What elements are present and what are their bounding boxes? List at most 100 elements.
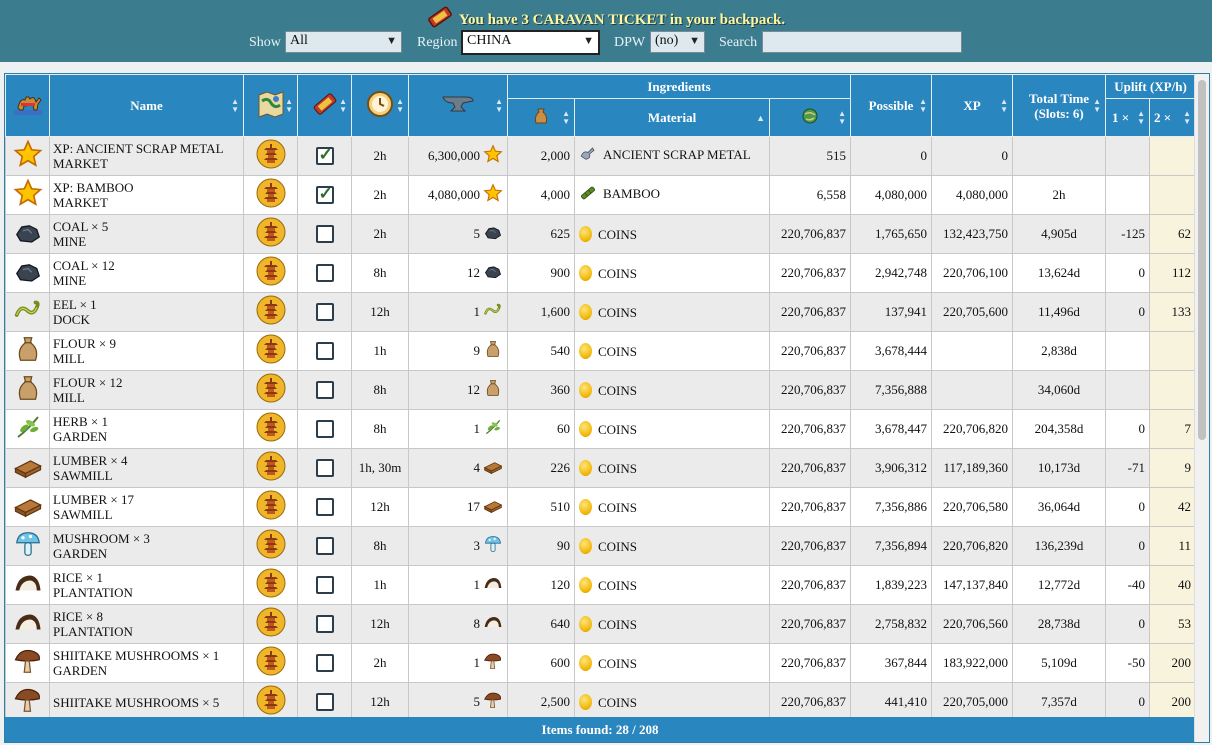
ticket-checkbox-cell[interactable] bbox=[297, 643, 352, 683]
show-select[interactable]: All ▼ bbox=[285, 31, 402, 53]
checkbox[interactable] bbox=[315, 225, 334, 243]
ticket-checkbox-cell[interactable] bbox=[297, 136, 352, 176]
output-qty-cell: 3 bbox=[408, 526, 508, 566]
ticket-checkbox-cell[interactable] bbox=[297, 175, 352, 215]
search-input[interactable] bbox=[762, 31, 962, 53]
col-region-header[interactable]: ▲ ▼ bbox=[243, 74, 298, 137]
item-name: FLOUR × 9 bbox=[53, 336, 116, 351]
table-row[interactable]: RICE × 8 PLANTATION 12h 8 640 COINS 220,7… bbox=[5, 604, 1197, 644]
col-xp-header[interactable]: XP ▲ ▼ bbox=[931, 74, 1014, 137]
table-row[interactable]: FLOUR × 12 MILL 8h 12 360 COINS 220,706,8… bbox=[5, 370, 1197, 410]
table-row[interactable]: RICE × 1 PLANTATION 1h 1 120 COINS 220,70… bbox=[5, 565, 1197, 605]
col-item-icon-header[interactable] bbox=[5, 74, 50, 137]
ingredient-qty-cell: 60 bbox=[507, 409, 575, 449]
checkbox[interactable] bbox=[315, 303, 334, 321]
total-time-cell: 136,239d bbox=[1012, 526, 1107, 566]
slots-label: (Slots: 6) bbox=[1034, 105, 1084, 121]
table-row[interactable]: LUMBER × 4 SAWMILL 1h, 30m 4 226 COINS 22… bbox=[5, 448, 1197, 488]
col-total-time-header[interactable]: Total Time (Slots: 6) ▲ ▼ bbox=[1012, 74, 1107, 137]
table-row[interactable]: FLOUR × 9 MILL 1h 9 540 COINS 220,706,837… bbox=[5, 331, 1197, 371]
table-row[interactable]: COAL × 12 MINE 8h 12 900 COINS 220,706,83… bbox=[5, 253, 1197, 293]
ticket-checkbox-cell[interactable] bbox=[297, 604, 352, 644]
ticket-checkbox-cell[interactable] bbox=[297, 526, 352, 566]
ticket-checkbox-cell[interactable] bbox=[297, 487, 352, 527]
material-cell: COINS bbox=[574, 253, 770, 293]
col-name-header[interactable]: Name ▲ ▼ bbox=[49, 74, 244, 137]
ticket-checkbox-cell[interactable] bbox=[297, 214, 352, 254]
col-material-label: Material bbox=[647, 109, 697, 125]
region-cell bbox=[243, 136, 298, 176]
ticket-checkbox-cell[interactable] bbox=[297, 682, 352, 722]
uplift-1x-cell bbox=[1105, 370, 1151, 410]
col-material-header[interactable]: Material ▲ bbox=[574, 98, 770, 137]
checkbox[interactable] bbox=[315, 342, 334, 360]
checkbox[interactable] bbox=[315, 264, 334, 282]
col-uplift-2x-header[interactable]: 2 × ▲ ▼ bbox=[1149, 98, 1197, 137]
table-row[interactable]: MUSHROOM × 3 GARDEN 8h 3 90 COINS 220,706… bbox=[5, 526, 1197, 566]
ticket-checkbox-cell[interactable] bbox=[297, 253, 352, 293]
output-qty: 5 bbox=[473, 694, 481, 709]
region-cell bbox=[243, 370, 298, 410]
table-row[interactable]: XP: ANCIENT SCRAP METALMARKET 2h 6,300,0… bbox=[5, 136, 1197, 176]
col-time-header[interactable]: ▲ ▼ bbox=[351, 74, 409, 137]
scrollbar-thumb[interactable] bbox=[1198, 80, 1206, 440]
col-stock-header[interactable]: ▲ ▼ bbox=[768, 98, 852, 137]
col-ticket-header[interactable]: ▲ ▼ bbox=[297, 74, 352, 137]
ingredient-qty-cell: 1,600 bbox=[507, 292, 575, 332]
checkbox[interactable] bbox=[315, 576, 334, 594]
checkbox[interactable] bbox=[315, 615, 334, 633]
ticket-checkbox-cell[interactable] bbox=[297, 331, 352, 371]
table-row[interactable]: HERB × 1 GARDEN 8h 1 60 COINS 220,706,837… bbox=[5, 409, 1197, 449]
table-row[interactable]: XP: BAMBOOMARKET 2h 4,080,000 4,000 BAMB… bbox=[5, 175, 1197, 215]
item-building: GARDEN bbox=[53, 663, 108, 678]
time-cell: 2h bbox=[351, 643, 409, 683]
material-cell: COINS bbox=[574, 682, 770, 722]
sort-icon: ▲ ▼ bbox=[838, 108, 847, 126]
ticket-checkbox-cell[interactable] bbox=[297, 292, 352, 332]
col-uplift-1x-header[interactable]: 1 × ▲ ▼ bbox=[1105, 98, 1151, 137]
checkbox[interactable] bbox=[315, 654, 334, 672]
output-qty: 1 bbox=[473, 577, 481, 592]
coal-icon bbox=[483, 222, 503, 246]
checkbox[interactable] bbox=[315, 459, 334, 477]
uplift-2x-cell: 53 bbox=[1149, 604, 1197, 644]
item-icon-cell bbox=[5, 682, 50, 722]
region-select[interactable]: CHINA ▼ bbox=[461, 30, 600, 55]
ticket-checkbox-cell[interactable] bbox=[297, 565, 352, 605]
item-building: SAWMILL bbox=[53, 468, 113, 483]
checkbox-checked[interactable] bbox=[315, 145, 334, 165]
checkbox-checked[interactable] bbox=[315, 184, 334, 204]
checkbox[interactable] bbox=[315, 498, 334, 516]
output-qty-cell: 8 bbox=[408, 604, 508, 644]
output-qty-cell: 12 bbox=[408, 370, 508, 410]
bamboo-icon bbox=[579, 184, 597, 206]
ticket-checkbox-cell[interactable] bbox=[297, 370, 352, 410]
col-output-header[interactable]: ▲ ▼ bbox=[408, 74, 508, 137]
ticket-checkbox-cell[interactable] bbox=[297, 448, 352, 488]
table-row[interactable]: COAL × 5 MINE 2h 5 625 COINS 220,706,837 … bbox=[5, 214, 1197, 254]
checkbox[interactable] bbox=[315, 537, 334, 555]
checkbox[interactable] bbox=[315, 693, 334, 711]
table-row[interactable]: SHIITAKE MUSHROOMS × 5 12h 5 2,500 COINS… bbox=[5, 682, 1197, 722]
dpw-select[interactable]: (no) ▼ bbox=[650, 31, 705, 53]
checkbox[interactable] bbox=[315, 381, 334, 399]
table-row[interactable]: LUMBER × 17 SAWMILL 12h 17 510 COINS 220,… bbox=[5, 487, 1197, 527]
xp-cell: 220,706,560 bbox=[931, 604, 1014, 644]
ticket-checkbox-cell[interactable] bbox=[297, 409, 352, 449]
col-ingredient-qty-header[interactable]: ▲ ▼ bbox=[507, 98, 575, 137]
item-name-cell: LUMBER × 4 SAWMILL bbox=[49, 448, 244, 488]
output-qty-cell: 12 bbox=[408, 253, 508, 293]
mushroom-icon bbox=[13, 532, 43, 562]
table-row[interactable]: SHIITAKE MUSHROOMS × 1 GARDEN 2h 1 600 CO… bbox=[5, 643, 1197, 683]
uplift-1x-cell: 0 bbox=[1105, 409, 1151, 449]
region-cell bbox=[243, 682, 298, 722]
table-row[interactable]: EEL × 1 DOCK 12h 1 1,600 COINS 220,706,83… bbox=[5, 292, 1197, 332]
col-possible-header[interactable]: Possible ▲ ▼ bbox=[850, 74, 933, 137]
china-region-icon bbox=[256, 256, 285, 286]
checkbox[interactable] bbox=[315, 420, 334, 438]
item-name-cell: COAL × 12 MINE bbox=[49, 253, 244, 293]
vertical-scrollbar[interactable] bbox=[1194, 74, 1209, 742]
region-label: Region bbox=[417, 35, 458, 50]
xp-cell: 0 bbox=[931, 136, 1014, 176]
output-qty-cell: 6,300,000 bbox=[408, 136, 508, 176]
